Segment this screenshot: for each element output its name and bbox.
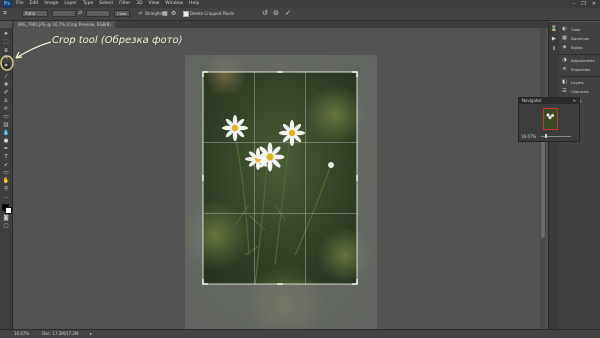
type-tool-icon[interactable]: T <box>2 154 10 160</box>
panel-swatches[interactable]: ▦ Swatches <box>561 35 599 43</box>
gradient-tool-icon[interactable]: ▥ <box>2 122 10 128</box>
status-arrow-icon[interactable]: ▸ <box>90 331 92 336</box>
options-bar: ⌗ Ratio ⇄ Clear ⊿ Straighten ▦ ⚙ Delete … <box>0 8 600 21</box>
move-tool-icon[interactable]: ➤ <box>2 31 10 37</box>
panel-divider <box>559 54 600 55</box>
menu-filter[interactable]: Filter <box>119 0 130 8</box>
menu-help[interactable]: Help <box>189 0 199 8</box>
close-button[interactable]: ✕ <box>592 0 596 8</box>
color-icon: ◐ <box>562 26 567 32</box>
crop-overlay[interactable] <box>185 55 377 329</box>
menu-file[interactable]: File <box>16 0 24 8</box>
menu-type[interactable]: Type <box>83 0 93 8</box>
straighten-icon[interactable]: ⊿ <box>138 9 142 18</box>
panel-menu-icon[interactable]: ≡ <box>573 98 576 103</box>
commit-crop-checkmark-icon[interactable]: ✓ <box>285 9 291 18</box>
styles-icon: ◈ <box>562 44 567 50</box>
window-controls: – ❐ ✕ <box>573 0 596 8</box>
layers-icon: ◧ <box>562 79 567 85</box>
swatches-icon: ▦ <box>562 35 567 41</box>
menu-window[interactable]: Window <box>165 0 183 8</box>
navigator-thumbnail[interactable] <box>543 108 558 130</box>
panel-channels[interactable]: ☰ Channels <box>561 88 599 96</box>
shape-tool-icon[interactable]: ▭ <box>2 170 10 176</box>
cancel-crop-icon[interactable]: ⊘ <box>273 9 279 18</box>
history-brush-tool-icon[interactable]: ✍ <box>2 106 10 112</box>
menu-select[interactable]: Select <box>99 0 113 8</box>
crop-width-input[interactable] <box>52 10 76 17</box>
navigator-slider-handle[interactable] <box>545 134 547 138</box>
restore-button[interactable]: ❐ <box>581 0 585 8</box>
navigator-panel[interactable]: Navigator ≡ 16.67% <box>518 97 580 142</box>
minimize-button[interactable]: – <box>573 0 576 8</box>
crop-border <box>202 71 358 285</box>
hand-tool-icon[interactable]: ✋ <box>2 178 10 184</box>
menu-edit[interactable]: Edit <box>30 0 39 8</box>
healing-brush-tool-icon[interactable]: ✚ <box>2 82 10 88</box>
eraser-tool-icon[interactable]: ▭ <box>2 114 10 120</box>
photoshop-logo: Ps <box>2 0 12 8</box>
menu-bar: Ps File Edit Image Layer Type Select Fil… <box>0 0 600 8</box>
more-tools-icon[interactable]: … <box>2 194 10 200</box>
tools-panel: ➤ ⬚ ϱ ✎ ⌗ ⁄ ✚ ✐ ♙ ✍ ▭ ▥ 💧 ● ✒ T ➹ ▭ ✋ ⚲ … <box>0 28 13 329</box>
navigator-zoom-value[interactable]: 16.67% <box>521 134 536 139</box>
panel-properties[interactable]: ≡ Properties <box>561 66 599 74</box>
menu-3d[interactable]: 3D <box>136 0 142 8</box>
right-panel-dock: ◐ Color ▦ Swatches ◈ Styles ◑ Adjustment… <box>559 22 600 329</box>
dodge-tool-icon[interactable]: ● <box>2 138 10 144</box>
main-menu: File Edit Image Layer Type Select Filter… <box>16 0 199 8</box>
menu-view[interactable]: View <box>149 0 160 8</box>
overlay-grid-icon[interactable]: ▦ <box>162 9 168 18</box>
annotation-text: Crop tool (Обрезка фото) <box>52 35 183 46</box>
crop-settings-gear-icon[interactable]: ⚙ <box>171 9 176 18</box>
ratio-select[interactable]: Ratio <box>22 10 48 17</box>
crop-preset-icon[interactable]: ⌗ <box>3 9 7 18</box>
screen-mode-icon[interactable]: ▢ <box>2 223 10 229</box>
panel-layers[interactable]: ◧ Layers <box>561 79 599 87</box>
panel-divider <box>559 76 600 77</box>
menu-layer[interactable]: Layer <box>64 0 77 8</box>
navigator-title-bar[interactable]: Navigator ≡ <box>519 98 579 104</box>
history-panel-icon[interactable]: ⌛ <box>550 26 558 32</box>
blur-tool-icon[interactable]: 💧 <box>2 130 10 136</box>
panel-adjustments[interactable]: ◑ Adjustments <box>561 57 599 65</box>
eyedropper-tool-icon[interactable]: ⁄ <box>2 74 10 80</box>
adjustments-icon: ◑ <box>562 57 567 63</box>
background-color-swatch[interactable] <box>5 207 12 214</box>
crop-height-input[interactable] <box>86 10 110 17</box>
navigator-title: Navigator <box>522 98 542 103</box>
panel-color[interactable]: ◐ Color <box>561 26 599 34</box>
panel-icon-strip: ⌛ ▶ ℹ <box>548 22 559 329</box>
crop-grid-lines <box>203 72 357 284</box>
annotation-arrow-icon <box>15 41 52 59</box>
status-zoom[interactable]: 16.67% <box>14 331 29 336</box>
marquee-tool-icon[interactable]: ⬚ <box>2 39 10 45</box>
clone-stamp-tool-icon[interactable]: ♙ <box>2 98 10 104</box>
channels-icon: ☰ <box>562 88 567 94</box>
brush-tool-icon[interactable]: ✐ <box>2 90 10 96</box>
crop-handles <box>202 71 358 285</box>
pen-tool-icon[interactable]: ✒ <box>2 146 10 152</box>
clear-button[interactable]: Clear <box>114 10 130 17</box>
delete-cropped-checkbox[interactable] <box>183 11 189 17</box>
status-doc-info[interactable]: Doc: 17.2M/17.2M <box>42 331 78 336</box>
delete-cropped-label: Delete Cropped Pixels <box>190 11 234 16</box>
reset-icon[interactable]: ↺ <box>262 9 268 18</box>
quick-mask-icon[interactable]: ◙ <box>2 215 10 221</box>
swap-icon[interactable]: ⇄ <box>78 9 82 18</box>
actions-panel-icon[interactable]: ▶ <box>550 36 558 42</box>
path-selection-tool-icon[interactable]: ➹ <box>2 162 10 168</box>
info-panel-icon[interactable]: ℹ <box>550 46 558 52</box>
document-tab[interactable]: IMG_7985.JPG @ 16.7% (Crop Preview, RGB/… <box>14 21 115 28</box>
menu-image[interactable]: Image <box>44 0 58 8</box>
zoom-tool-icon[interactable]: ⚲ <box>2 186 10 192</box>
panel-styles[interactable]: ◈ Styles <box>561 44 599 52</box>
properties-icon: ≡ <box>562 66 567 72</box>
